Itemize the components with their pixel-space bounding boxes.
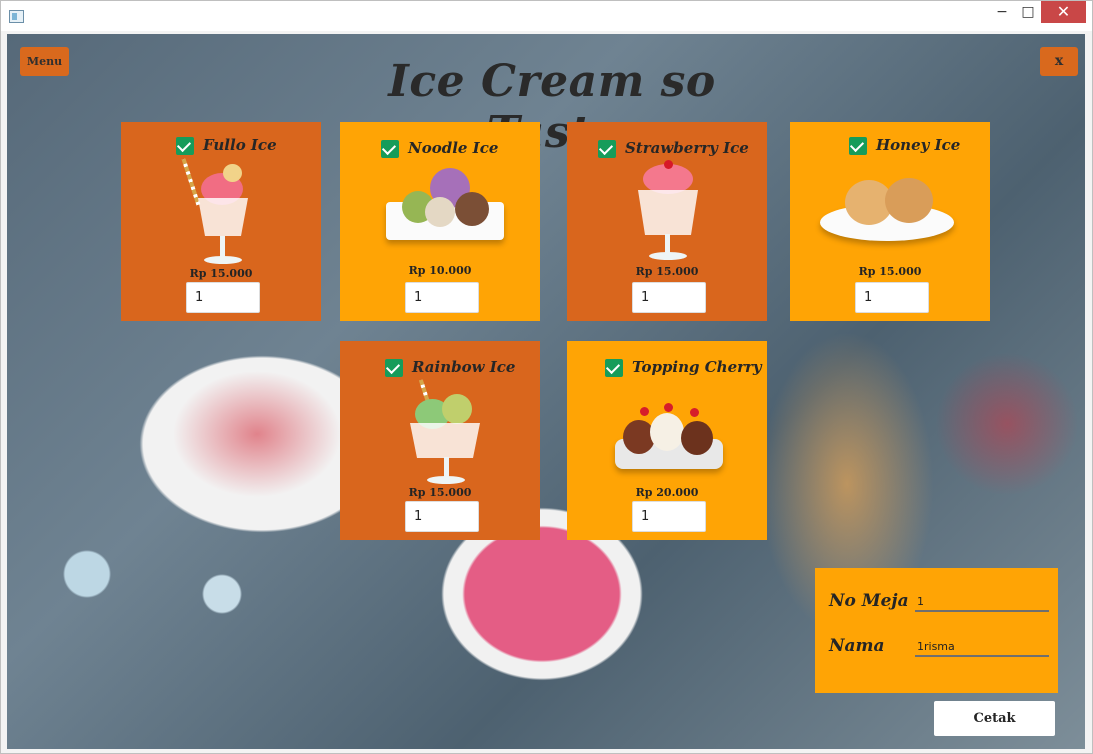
quantity-input-fullo-ice[interactable]: 1 bbox=[186, 282, 260, 313]
customer-name-label: Nama bbox=[829, 636, 885, 656]
product-name: Topping Cherry bbox=[632, 358, 762, 376]
noodle-ice-image bbox=[380, 164, 508, 244]
fullo-ice-image bbox=[181, 158, 261, 264]
product-price: Rp 15.000 bbox=[635, 265, 699, 278]
quantity-input-honey-ice[interactable]: 1 bbox=[855, 282, 929, 313]
product-card-noodle-ice: Noodle Ice Rp 10.000 1 bbox=[340, 122, 540, 321]
product-price: Rp 15.000 bbox=[408, 486, 472, 499]
product-card-fullo-ice: Fullo Ice Rp 15.000 1 bbox=[121, 122, 321, 321]
table-number-input[interactable]: 1 bbox=[915, 588, 1049, 612]
close-icon[interactable]: ✕ bbox=[1041, 1, 1086, 23]
minimize-icon[interactable]: − bbox=[989, 1, 1015, 23]
rainbow-ice-image bbox=[410, 379, 482, 484]
product-price: Rp 10.000 bbox=[408, 264, 472, 277]
product-card-rainbow-ice: Rainbow Ice Rp 15.000 1 bbox=[340, 341, 540, 540]
product-card-strawberry-ice: Strawberry Ice Rp 15.000 1 bbox=[567, 122, 767, 321]
product-name: Strawberry Ice bbox=[625, 139, 749, 157]
topping-cherry-image bbox=[615, 403, 725, 483]
checkbox-strawberry-ice[interactable] bbox=[598, 140, 616, 158]
quantity-input-rainbow-ice[interactable]: 1 bbox=[405, 501, 479, 532]
product-price: Rp 15.000 bbox=[189, 267, 253, 280]
maximize-icon[interactable]: □ bbox=[1015, 1, 1041, 23]
checkbox-noodle-ice[interactable] bbox=[381, 140, 399, 158]
checkbox-topping-cherry[interactable] bbox=[605, 359, 623, 377]
customer-name-input[interactable]: 1risma bbox=[915, 633, 1049, 657]
product-name: Fullo Ice bbox=[203, 136, 277, 154]
product-name: Noodle Ice bbox=[408, 139, 499, 157]
product-card-topping-cherry: Topping Cherry Rp 20.000 1 bbox=[567, 341, 767, 540]
quantity-input-noodle-ice[interactable]: 1 bbox=[405, 282, 479, 313]
honey-ice-image bbox=[818, 174, 958, 246]
checkbox-rainbow-ice[interactable] bbox=[385, 359, 403, 377]
exit-button[interactable]: x bbox=[1040, 47, 1078, 76]
print-button[interactable]: Cetak bbox=[934, 701, 1055, 736]
menu-button[interactable]: Menu bbox=[20, 47, 69, 76]
window-titlebar: − □ ✕ bbox=[1, 1, 1092, 31]
ice-cream-app-background: Menu x Ice Cream so Tasty Fullo Ice Rp 1… bbox=[7, 34, 1085, 749]
product-price: Rp 15.000 bbox=[858, 265, 922, 278]
checkbox-fullo-ice[interactable] bbox=[176, 137, 194, 155]
order-form-panel: No Meja 1 Nama 1risma bbox=[815, 568, 1058, 693]
product-card-honey-ice: Honey Ice Rp 15.000 1 bbox=[790, 122, 990, 321]
checkbox-honey-ice[interactable] bbox=[849, 137, 867, 155]
strawberry-ice-image bbox=[633, 160, 703, 262]
product-name: Honey Ice bbox=[876, 136, 961, 154]
application-window: − □ ✕ Menu x Ice Cream so Tasty Fullo Ic… bbox=[0, 0, 1093, 754]
app-icon bbox=[9, 10, 24, 23]
product-price: Rp 20.000 bbox=[635, 486, 699, 499]
table-number-label: No Meja bbox=[829, 591, 909, 611]
quantity-input-topping-cherry[interactable]: 1 bbox=[632, 501, 706, 532]
product-name: Rainbow Ice bbox=[412, 358, 516, 376]
quantity-input-strawberry-ice[interactable]: 1 bbox=[632, 282, 706, 313]
